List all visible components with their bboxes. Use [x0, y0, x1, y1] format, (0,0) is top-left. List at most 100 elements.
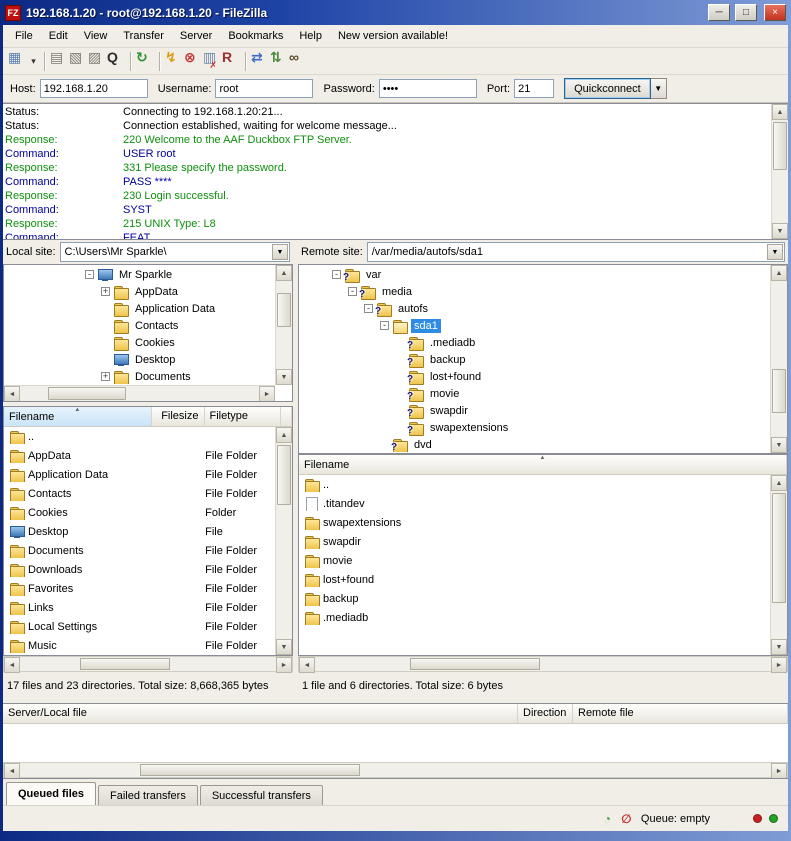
file-row[interactable]: backup: [299, 589, 770, 608]
encryption-icon[interactable]: ∅: [619, 811, 634, 826]
find-icon[interactable]: ∞: [289, 50, 305, 72]
toggle-log-icon[interactable]: ▤: [50, 50, 66, 72]
scroll-down-icon[interactable]: ▼: [771, 437, 787, 453]
tree-item[interactable]: ? swapdir: [300, 402, 769, 419]
file-row[interactable]: Application Data File Folder: [4, 465, 275, 484]
remote-site-combo[interactable]: /var/media/autofs/sda1 ▼: [367, 242, 785, 262]
scrollbar-thumb[interactable]: [410, 658, 540, 670]
scroll-left-icon[interactable]: ◄: [4, 657, 20, 673]
file-row[interactable]: swapdir: [299, 532, 770, 551]
scrollbar-track[interactable]: [276, 443, 292, 639]
tree-item[interactable]: - sda1: [300, 317, 769, 334]
tree-item[interactable]: - ? autofs: [300, 300, 769, 317]
tree-expand-icon[interactable]: -: [380, 321, 389, 330]
scroll-left-icon[interactable]: ◄: [299, 657, 315, 673]
scrollbar-track[interactable]: [315, 657, 771, 671]
tree-item[interactable]: + AppData: [5, 283, 274, 300]
tree-item[interactable]: ? lost+found: [300, 368, 769, 385]
close-button[interactable]: ×: [764, 4, 786, 21]
local-tree-vertical-scrollbar[interactable]: ▲ ▼: [275, 265, 292, 385]
column-header-filename[interactable]: Filename ▲: [4, 407, 152, 426]
queue-tab[interactable]: Failed transfers: [98, 785, 198, 805]
quickconnect-button[interactable]: Quickconnect: [564, 78, 651, 99]
tree-expand-icon[interactable]: -: [348, 287, 357, 296]
maximize-button[interactable]: □: [735, 4, 757, 21]
scroll-up-icon[interactable]: ▲: [276, 427, 292, 443]
file-row[interactable]: AppData File Folder: [4, 446, 275, 465]
minimize-button[interactable]: ─: [708, 4, 730, 21]
file-row[interactable]: ..: [4, 427, 275, 446]
tree-item[interactable]: - ? media: [300, 283, 769, 300]
local-site-combo[interactable]: C:\Users\Mr Sparkle\ ▼: [60, 242, 290, 262]
tree-item[interactable]: ? swapextensions: [300, 419, 769, 436]
file-row[interactable]: .titandev: [299, 494, 770, 513]
combo-dropdown-icon[interactable]: ▼: [767, 244, 783, 260]
column-header-filesize[interactable]: Filesize: [152, 407, 205, 426]
menu-item[interactable]: Transfer: [115, 27, 172, 45]
file-row[interactable]: Links File Folder: [4, 598, 275, 617]
menu-item[interactable]: Help: [291, 27, 330, 45]
tree-expand-icon[interactable]: +: [101, 287, 110, 296]
scroll-up-icon[interactable]: ▲: [276, 265, 292, 281]
scroll-right-icon[interactable]: ►: [771, 763, 787, 779]
password-input[interactable]: [379, 79, 477, 98]
local-tree-horizontal-scrollbar[interactable]: ◄ ►: [4, 385, 275, 401]
scrollbar-thumb[interactable]: [773, 122, 787, 170]
file-row[interactable]: Local Settings File Folder: [4, 617, 275, 636]
scroll-up-icon[interactable]: ▲: [771, 265, 787, 281]
log-vertical-scrollbar[interactable]: ▲ ▼: [771, 104, 788, 239]
local-list-vertical-scrollbar[interactable]: ▲ ▼: [275, 427, 292, 655]
local-list-horizontal-scrollbar[interactable]: ◄ ►: [3, 656, 293, 672]
tree-item[interactable]: - ? var: [300, 266, 769, 283]
tree-item[interactable]: Desktop: [5, 351, 274, 368]
scroll-right-icon[interactable]: ►: [771, 657, 787, 673]
file-row[interactable]: Contacts File Folder: [4, 484, 275, 503]
scrollbar-track[interactable]: [20, 763, 771, 777]
file-row[interactable]: .mediadb: [299, 608, 770, 627]
file-row[interactable]: Favorites File Folder: [4, 579, 275, 598]
process-queue-icon[interactable]: ↯: [165, 50, 181, 72]
scroll-right-icon[interactable]: ►: [259, 386, 275, 402]
quickconnect-dropdown-icon[interactable]: ▼: [651, 78, 667, 99]
file-row[interactable]: Music File Folder: [4, 636, 275, 655]
scrollbar-track[interactable]: [771, 281, 787, 437]
scroll-up-icon[interactable]: ▲: [772, 104, 788, 120]
scroll-down-icon[interactable]: ▼: [276, 369, 292, 385]
tree-item[interactable]: ? backup: [300, 351, 769, 368]
tree-item[interactable]: ? .mediadb: [300, 334, 769, 351]
scrollbar-track[interactable]: [20, 386, 259, 401]
scrollbar-track[interactable]: [20, 657, 276, 671]
tree-expand-icon[interactable]: -: [85, 270, 94, 279]
username-input[interactable]: [215, 79, 313, 98]
reconnect-icon[interactable]: R: [222, 50, 238, 72]
queue-horizontal-scrollbar[interactable]: ◄ ►: [3, 762, 788, 778]
disconnect-icon[interactable]: ▥ ✗: [203, 50, 219, 72]
menu-item[interactable]: View: [76, 27, 116, 45]
file-row[interactable]: Documents File Folder: [4, 541, 275, 560]
tree-expand-icon[interactable]: -: [364, 304, 373, 313]
tree-expand-icon[interactable]: +: [101, 372, 110, 381]
queue-column-header[interactable]: Server/Local file: [3, 704, 518, 723]
file-row[interactable]: Downloads File Folder: [4, 560, 275, 579]
queue-column-header[interactable]: Remote file: [573, 704, 788, 723]
menu-item[interactable]: Edit: [41, 27, 76, 45]
scroll-down-icon[interactable]: ▼: [772, 223, 788, 239]
scrollbar-track[interactable]: [772, 120, 788, 223]
queue-tab[interactable]: Successful transfers: [200, 785, 323, 805]
site-manager-icon[interactable]: ▦: [8, 50, 24, 72]
sync-browsing-icon[interactable]: ⇅: [270, 50, 286, 72]
menu-item[interactable]: File: [7, 27, 41, 45]
scrollbar-thumb[interactable]: [48, 387, 126, 400]
file-row[interactable]: movie: [299, 551, 770, 570]
toggle-local-tree-icon[interactable]: ▧: [69, 50, 85, 72]
scroll-left-icon[interactable]: ◄: [4, 763, 20, 779]
scroll-down-icon[interactable]: ▼: [276, 639, 292, 655]
remote-tree-vertical-scrollbar[interactable]: ▲ ▼: [770, 265, 787, 453]
port-input[interactable]: [514, 79, 554, 98]
speed-limit-icon[interactable]: ◔: [600, 811, 615, 826]
tree-item[interactable]: ? movie: [300, 385, 769, 402]
host-input[interactable]: [40, 79, 148, 98]
scroll-left-icon[interactable]: ◄: [4, 386, 20, 402]
scrollbar-thumb[interactable]: [772, 493, 786, 603]
file-row[interactable]: ..: [299, 475, 770, 494]
